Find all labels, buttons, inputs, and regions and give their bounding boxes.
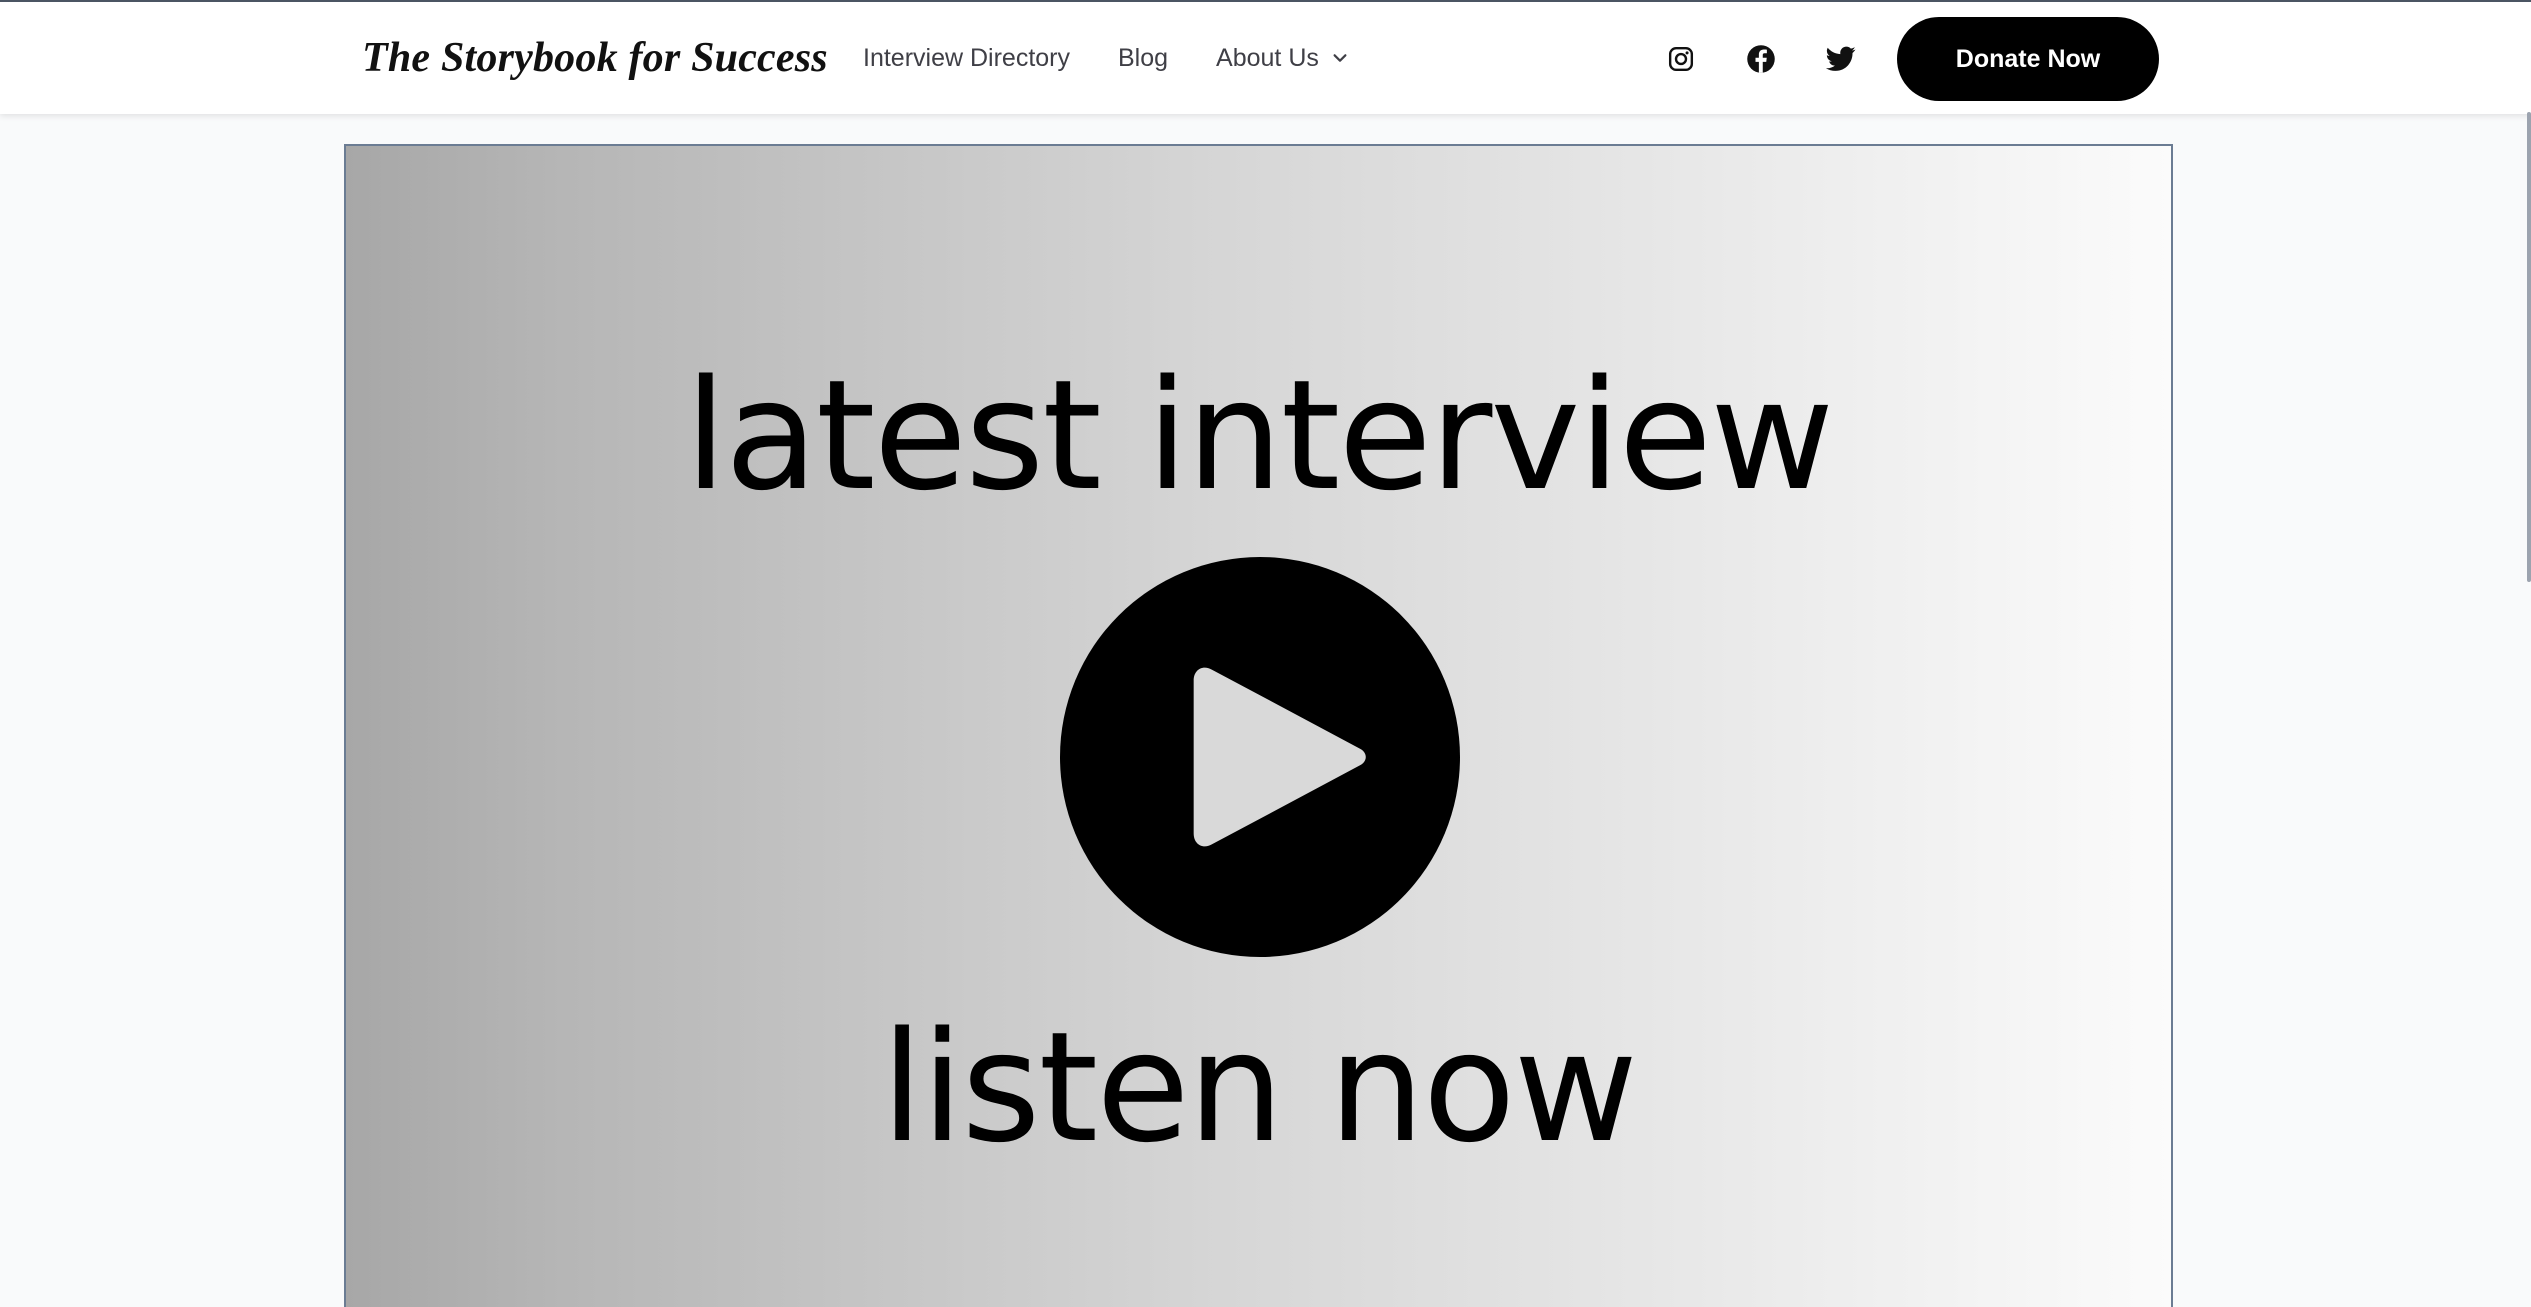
chevron-down-icon [1333,54,1347,62]
nav-interview-directory[interactable]: Interview Directory [863,44,1070,73]
nav-blog-label: Blog [1118,43,1169,72]
latest-interview-banner[interactable]: latest interview listen now [344,144,2173,1307]
site-header: The Storybook for Success Interview Dire… [0,2,2531,114]
page: The Storybook for Success Interview Dire… [0,0,2531,1307]
donate-button[interactable]: Donate Now [1897,17,2159,101]
nav-blog[interactable]: Blog [1118,44,1168,73]
scrollbar-thumb[interactable] [2527,112,2531,582]
social-links [1662,35,1860,83]
page-scrollbar[interactable] [2525,2,2531,1307]
instagram-icon[interactable] [1662,40,1700,78]
play-icon[interactable] [1059,556,1461,958]
facebook-icon[interactable] [1742,40,1780,78]
nav-about-us[interactable]: About Us [1216,44,1349,73]
twitter-icon[interactable] [1822,40,1860,78]
site-logo[interactable]: The Storybook for Success [362,26,828,90]
nav-about-us-label: About Us [1216,43,1319,72]
nav-interview-directory-label: Interview Directory [863,43,1070,72]
main-nav: Interview Directory Blog About Us [863,32,1349,84]
listen-now-link[interactable]: listen now [346,998,2171,1178]
hero-title: latest interview [684,347,1835,524]
